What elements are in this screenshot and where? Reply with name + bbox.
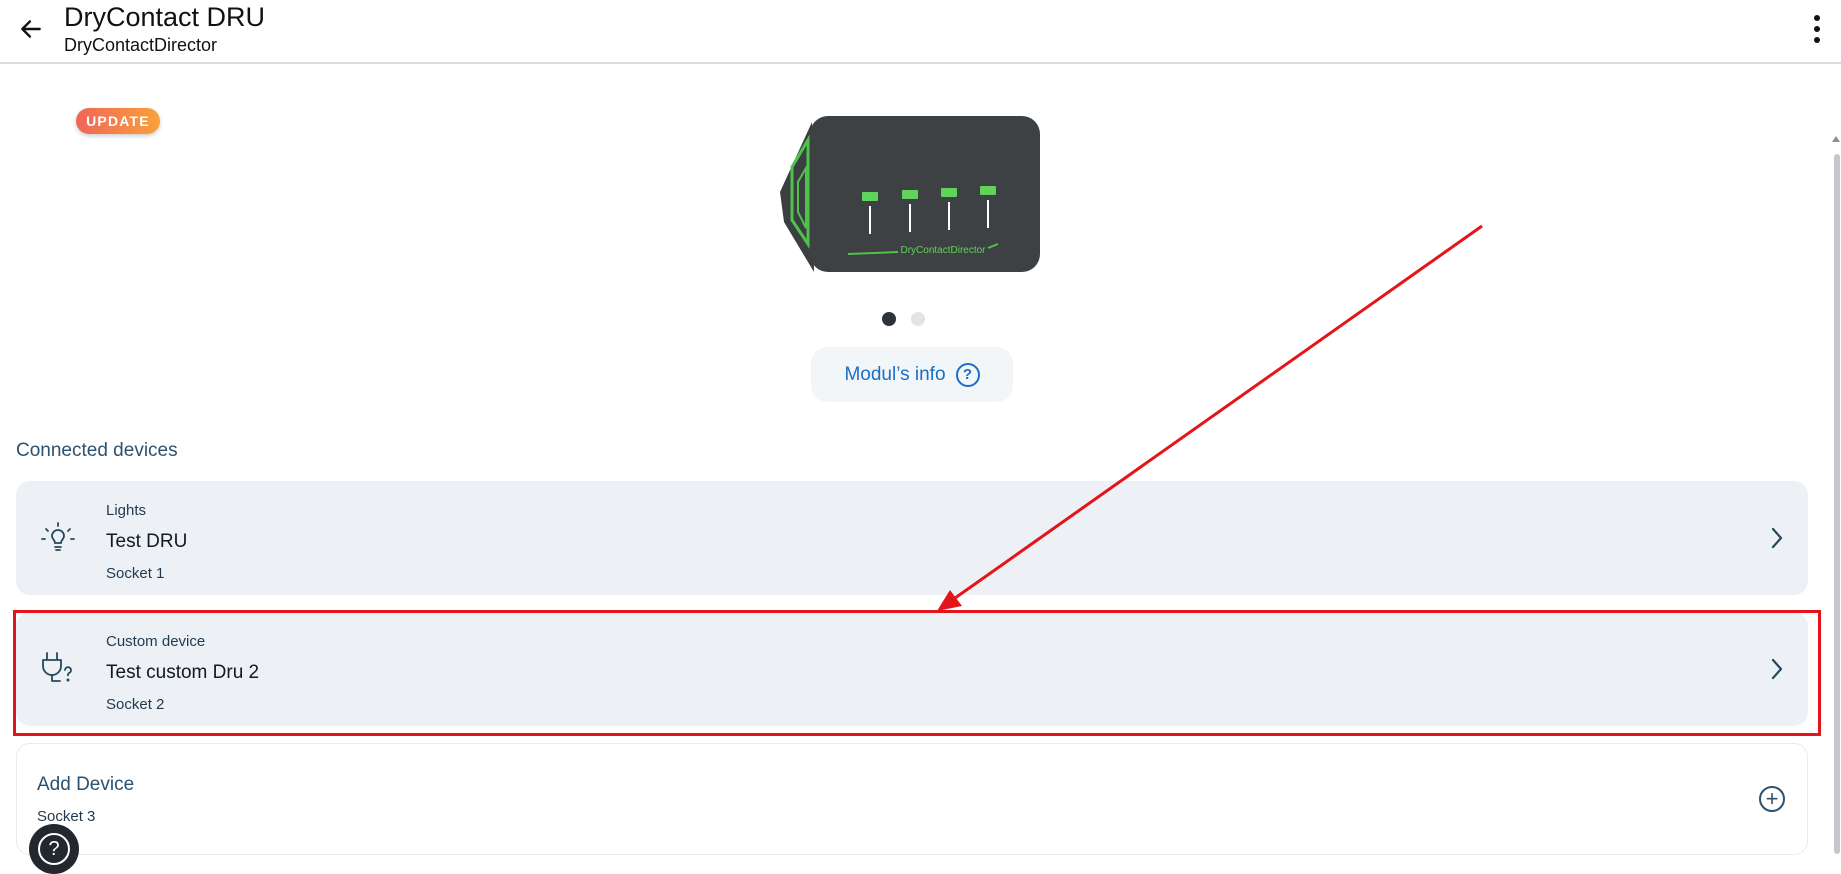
scroll-up-arrow[interactable] [1832,136,1840,142]
plug-question-icon [42,652,72,682]
app-header: DryContact DRU DryContactDirector [0,0,1841,64]
carousel-dot-2[interactable] [911,312,925,326]
back-button[interactable] [14,12,48,46]
carousel-dot-1[interactable] [882,312,896,326]
help-circle-icon: ? [955,362,980,387]
add-device-label: Add Device [37,774,135,795]
device-card-custom[interactable]: Custom device Test custom Dru 2 Socket 2 [16,612,1808,726]
chevron-right-icon [1771,527,1783,549]
question-icon: ? [38,833,70,865]
arrow-left-icon [21,20,41,38]
device-category: Custom device [106,633,206,650]
carousel-dots [882,312,925,326]
add-device-card[interactable]: Add Device Socket 3 + [16,743,1808,855]
svg-text:DryContactDirector: DryContactDirector [900,245,986,256]
modul-info-button[interactable]: Modul’s info ? [811,347,1013,402]
add-device-socket: Socket 3 [37,808,96,825]
page-subtitle: DryContactDirector [64,35,218,55]
scroll-thumb[interactable] [1834,154,1840,854]
more-options-button[interactable] [1807,12,1827,46]
device-socket: Socket 2 [106,696,165,713]
modul-info-label: Modul’s info [844,363,946,385]
plus-circle-icon: + [1759,786,1785,812]
help-button[interactable]: ? [29,824,79,874]
lightbulb-icon [41,522,75,551]
device-name: Test DRU [106,531,188,552]
more-vert-icon [1814,15,1820,21]
scrollbar[interactable] [1831,64,1841,861]
device-name: Test custom Dru 2 [106,662,260,683]
device-category: Lights [106,502,147,519]
device-image: DryContactDirector [780,116,1040,272]
chevron-right-icon [1771,658,1783,680]
device-socket: Socket 1 [106,565,165,582]
section-title: Connected devices [16,440,178,461]
device-card-lights[interactable]: Lights Test DRU Socket 1 [16,481,1808,595]
update-badge[interactable]: UPDATE [76,108,160,134]
page-title: DryContact DRU [64,2,266,32]
